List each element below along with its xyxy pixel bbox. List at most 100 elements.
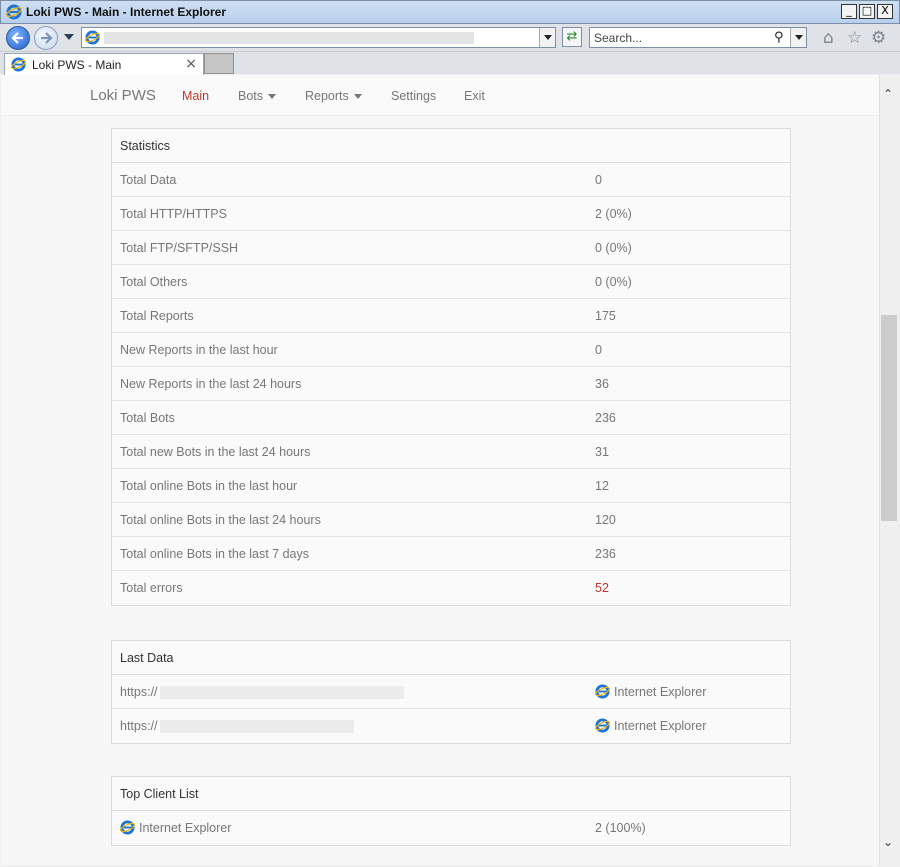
history-dropdown-icon[interactable]	[64, 34, 74, 40]
stat-value: 120	[595, 513, 616, 527]
redacted-url	[160, 686, 404, 699]
stat-value: 0	[595, 173, 602, 187]
ie-logo-icon	[595, 684, 610, 699]
caret-down-icon	[268, 94, 277, 100]
minimize-button[interactable]: _	[841, 4, 857, 19]
stat-label: Total online Bots in the last hour	[120, 479, 298, 493]
stat-label: Total Others	[120, 275, 188, 289]
nav-exit[interactable]: Exit	[464, 89, 485, 103]
browser-toolbar: ⇄ ⚲ ⌂ ☆ ⚙	[0, 24, 900, 52]
redacted-url	[104, 32, 474, 44]
window-title: Loki PWS - Main - Internet Explorer	[26, 5, 227, 19]
stat-value: 236	[595, 411, 616, 425]
browser-cell: Internet Explorer	[595, 684, 706, 699]
table-row: Total Data 0	[112, 163, 790, 197]
ie-logo-icon	[6, 4, 22, 20]
nav-bots-label: Bots	[238, 89, 264, 103]
tab-loki-main[interactable]: Loki PWS - Main ×	[4, 53, 204, 75]
table-row: New Reports in the last 24 hours 36	[112, 367, 790, 401]
table-row[interactable]: https:// Internet Explorer	[112, 709, 790, 743]
scroll-up-icon[interactable]: ⌃	[883, 87, 893, 101]
forward-arrow-icon	[41, 32, 53, 44]
forward-button[interactable]	[34, 26, 58, 50]
table-row: Total Others 0 (0%)	[112, 265, 790, 299]
stat-label: Total FTP/SFTP/SSH	[120, 241, 239, 255]
address-bar[interactable]	[81, 27, 556, 48]
search-box[interactable]: ⚲	[589, 27, 807, 48]
back-arrow-icon	[11, 32, 23, 44]
tab-label: Loki PWS - Main	[32, 58, 122, 72]
scroll-thumb[interactable]	[881, 315, 897, 521]
last-data-panel: Last Data https:// Internet Explorer htt…	[111, 640, 791, 744]
gear-icon[interactable]: ⚙	[871, 29, 886, 47]
statistics-heading: Statistics	[112, 129, 790, 163]
table-row: Total errors 52	[112, 571, 790, 605]
last-data-url[interactable]: https://	[120, 719, 158, 733]
stat-value: 31	[595, 445, 609, 459]
nav-reports[interactable]: Reports	[305, 89, 362, 103]
maximize-button[interactable]: □	[859, 4, 875, 19]
home-icon[interactable]: ⌂	[823, 29, 834, 47]
close-window-button[interactable]: X	[877, 4, 893, 19]
table-row: New Reports in the last hour 0	[112, 333, 790, 367]
ie-logo-icon	[120, 820, 135, 835]
scroll-down-icon[interactable]: ⌄	[883, 835, 893, 849]
stat-value: 0	[595, 343, 602, 357]
top-client-heading: Top Client List	[112, 777, 790, 811]
last-data-url[interactable]: https://	[120, 685, 158, 699]
table-row: Total online Bots in the last 7 days 236	[112, 537, 790, 571]
back-button[interactable]	[6, 26, 30, 50]
search-icon[interactable]: ⚲	[774, 30, 784, 45]
last-data-heading: Last Data	[112, 641, 790, 675]
stat-value: 36	[595, 377, 609, 391]
stat-label: Total errors	[120, 581, 183, 595]
stat-value: 0 (0%)	[595, 241, 632, 255]
new-tab-button[interactable]	[204, 53, 234, 74]
stat-label: Total Data	[120, 173, 177, 187]
top-client-panel: Top Client List Internet Explorer 2 (100…	[111, 776, 791, 846]
table-row[interactable]: https:// Internet Explorer	[112, 675, 790, 709]
close-tab-icon[interactable]: ×	[185, 56, 197, 72]
stat-label: Total HTTP/HTTPS	[120, 207, 227, 221]
nav-reports-label: Reports	[305, 89, 349, 103]
search-input[interactable]	[594, 30, 769, 45]
table-row: Total HTTP/HTTPS 2 (0%)	[112, 197, 790, 231]
stat-label: New Reports in the last 24 hours	[120, 377, 302, 391]
browser-name: Internet Explorer	[614, 718, 707, 733]
search-dropdown[interactable]	[790, 28, 806, 47]
window-titlebar: Loki PWS - Main - Internet Explorer _ □ …	[0, 0, 900, 24]
client-value: 2 (100%)	[595, 821, 646, 835]
brand-logo[interactable]: Loki PWS	[90, 87, 156, 104]
favorites-star-icon[interactable]: ☆	[847, 29, 862, 47]
ie-logo-icon	[595, 718, 610, 733]
caret-down-icon	[353, 94, 362, 100]
stat-label: Total online Bots in the last 24 hours	[120, 513, 321, 527]
table-row: Total new Bots in the last 24 hours 31	[112, 435, 790, 469]
ie-tab-icon	[11, 57, 26, 72]
client-name: Internet Explorer	[139, 820, 232, 835]
nav-settings[interactable]: Settings	[391, 89, 436, 103]
stat-value: 236	[595, 547, 616, 561]
table-row: Total FTP/SFTP/SSH 0 (0%)	[112, 231, 790, 265]
nav-bots[interactable]: Bots	[238, 89, 277, 103]
table-row: Total Bots 236	[112, 401, 790, 435]
ie-page-icon	[85, 30, 100, 45]
client-cell: Internet Explorer	[120, 820, 231, 835]
stat-label: New Reports in the last hour	[120, 343, 278, 357]
table-row: Internet Explorer 2 (100%)	[112, 811, 790, 845]
browser-cell: Internet Explorer	[595, 718, 706, 733]
browser-name: Internet Explorer	[614, 684, 707, 699]
stat-label: Total online Bots in the last 7 days	[120, 547, 310, 561]
stat-value: 2 (0%)	[595, 207, 632, 221]
main-content: Statistics Total Data 0 Total HTTP/HTTPS 2 …	[1, 116, 879, 865]
address-dropdown[interactable]	[539, 28, 555, 47]
stat-value: 52	[595, 581, 609, 595]
vertical-scrollbar[interactable]: ⌃ ⌄	[879, 75, 898, 865]
stat-label: Total new Bots in the last 24 hours	[120, 445, 311, 459]
table-row: Total online Bots in the last 24 hours 12…	[112, 503, 790, 537]
nav-main[interactable]: Main	[182, 89, 209, 103]
tab-strip: Loki PWS - Main ×	[0, 52, 900, 75]
stat-label: Total Bots	[120, 411, 175, 425]
table-row: Total online Bots in the last hour 12	[112, 469, 790, 503]
refresh-button[interactable]: ⇄	[562, 27, 582, 47]
